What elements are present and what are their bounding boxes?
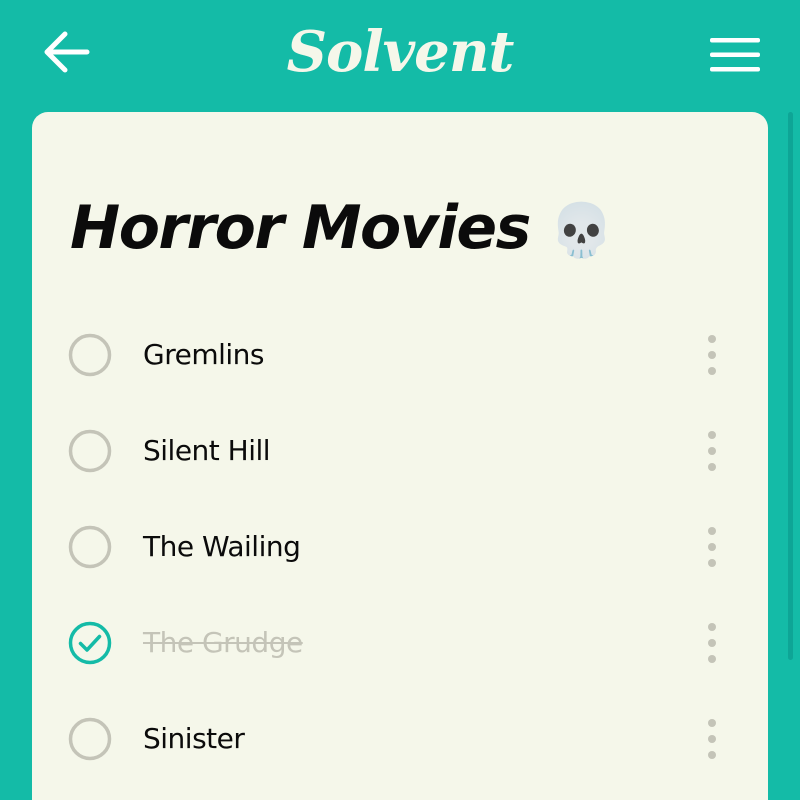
more-options-icon[interactable] — [696, 425, 728, 477]
more-options-icon[interactable] — [696, 521, 728, 573]
scrollbar[interactable] — [788, 112, 793, 660]
top-bar: Solvent — [0, 0, 800, 110]
more-options-icon[interactable] — [696, 617, 728, 669]
skull-emoji-icon: 💀 — [549, 201, 614, 261]
list-item[interactable]: The Wailing — [32, 499, 768, 595]
list-item-label[interactable]: Sinister — [143, 691, 245, 787]
checkbox-checked-icon[interactable] — [68, 621, 112, 665]
list-item-label[interactable]: Gremlins — [143, 307, 265, 403]
list-item[interactable]: Silent Hill — [32, 403, 768, 499]
list-item-label[interactable]: The Wailing — [143, 499, 301, 595]
app-logo: Solvent — [286, 19, 515, 85]
list-item[interactable]: The Grudge — [32, 595, 768, 691]
checkbox-icon[interactable] — [68, 717, 112, 761]
list-item[interactable]: Gremlins — [32, 307, 768, 403]
list-title-text: Horror Movies — [70, 193, 531, 263]
more-options-icon[interactable] — [696, 713, 728, 765]
list-item-label[interactable]: Silent Hill — [143, 403, 271, 499]
checkbox-icon[interactable] — [68, 429, 112, 473]
hamburger-menu-icon — [710, 38, 760, 72]
menu-button[interactable] — [700, 30, 770, 80]
list-item-label[interactable]: The Grudge — [143, 595, 303, 691]
checkbox-icon[interactable] — [68, 525, 112, 569]
app-screen: Solvent Horror Movies 💀 Gremlins Silent H… — [0, 0, 800, 800]
more-options-icon[interactable] — [696, 329, 728, 381]
list-title[interactable]: Horror Movies 💀 — [70, 192, 614, 267]
list-card: Horror Movies 💀 Gremlins Silent Hill The W… — [32, 112, 768, 800]
list-item[interactable]: Sinister — [32, 691, 768, 787]
checkbox-icon[interactable] — [68, 333, 112, 377]
